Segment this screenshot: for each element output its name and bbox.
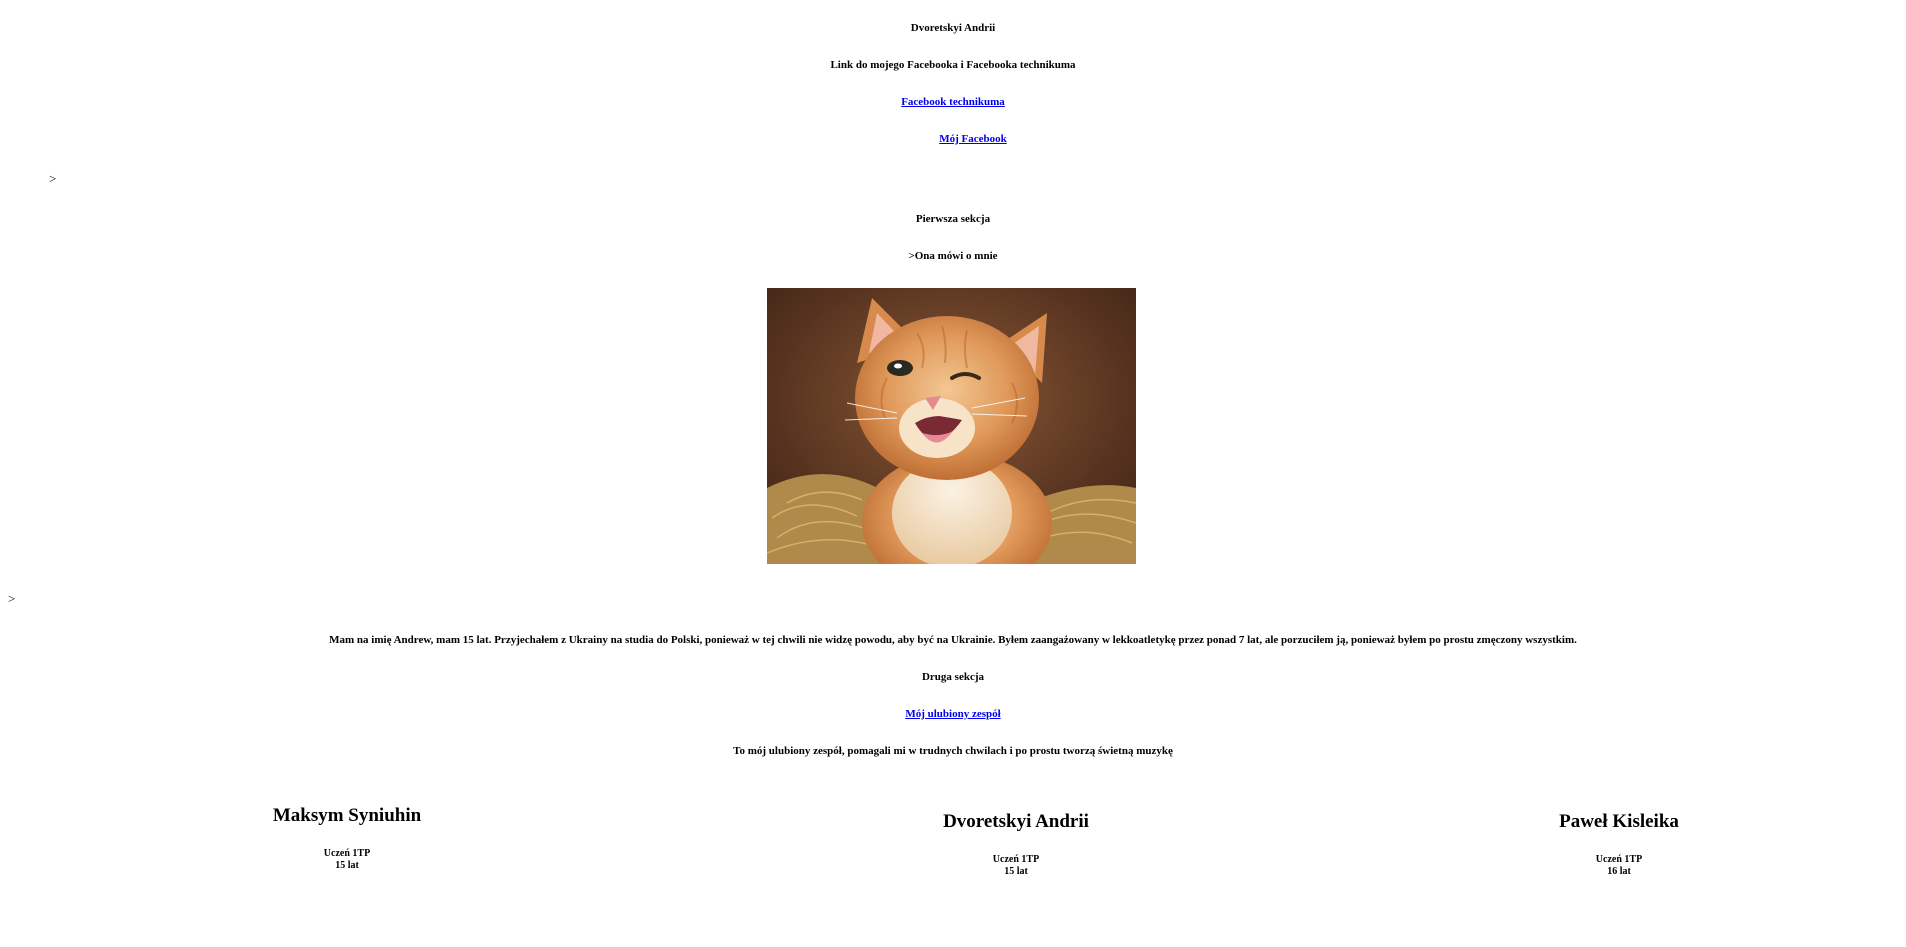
person-name: Maksym Syniuhin: [272, 805, 422, 826]
section1-subtitle: >Ona mówi o mnie: [908, 250, 998, 262]
person-role: Uczeń 1TP: [1595, 854, 1643, 865]
person-card: Paweł Kisleika Uczeń 1TP 16 lat: [1419, 811, 1819, 878]
person-role: Uczeń 1TP: [323, 848, 371, 859]
section2-title: Druga sekcja: [921, 671, 985, 683]
page-author-name: Dvoretskyi Andrii: [910, 22, 996, 34]
person-name: Paweł Kisleika: [1559, 811, 1679, 832]
person-card: Maksym Syniuhin Uczeń 1TP 15 lat: [147, 805, 547, 872]
stray-gt-mark: >: [49, 171, 57, 186]
person-role: Uczeń 1TP: [992, 854, 1040, 865]
person-name: Dvoretskyi Andrii: [943, 811, 1089, 832]
about-paragraph: Mam na imię Andrew, mam 15 lat. Przyjech…: [329, 634, 1577, 646]
band-description: To mój ulubiony zespół, pomagali mi w tr…: [733, 745, 1173, 757]
my-facebook-link[interactable]: Mój Facebook: [939, 133, 1007, 145]
my-facebook-link-row: Mój Facebook: [20, 133, 1906, 145]
person-age: 16 lat: [1607, 866, 1631, 877]
person-age: 15 lat: [1004, 866, 1028, 877]
kitten-photo: [767, 288, 1136, 564]
kitten-illustration: [767, 288, 1136, 564]
stray-gt-mark-2: >: [8, 591, 16, 606]
school-facebook-link-row: Facebook technikuma: [0, 96, 1906, 108]
section1-title: Pierwsza sekcja: [915, 213, 991, 225]
links-heading: Link do mojego Facebooka i Facebooka tec…: [830, 59, 1076, 71]
band-link-row: Mój ulubiony zespół: [0, 708, 1906, 720]
favorite-band-link[interactable]: Mój ulubiony zespół: [905, 708, 1000, 720]
person-card: Dvoretskyi Andrii Uczeń 1TP 15 lat: [816, 811, 1216, 878]
school-facebook-link[interactable]: Facebook technikuma: [901, 96, 1005, 108]
person-age: 15 lat: [335, 860, 359, 871]
